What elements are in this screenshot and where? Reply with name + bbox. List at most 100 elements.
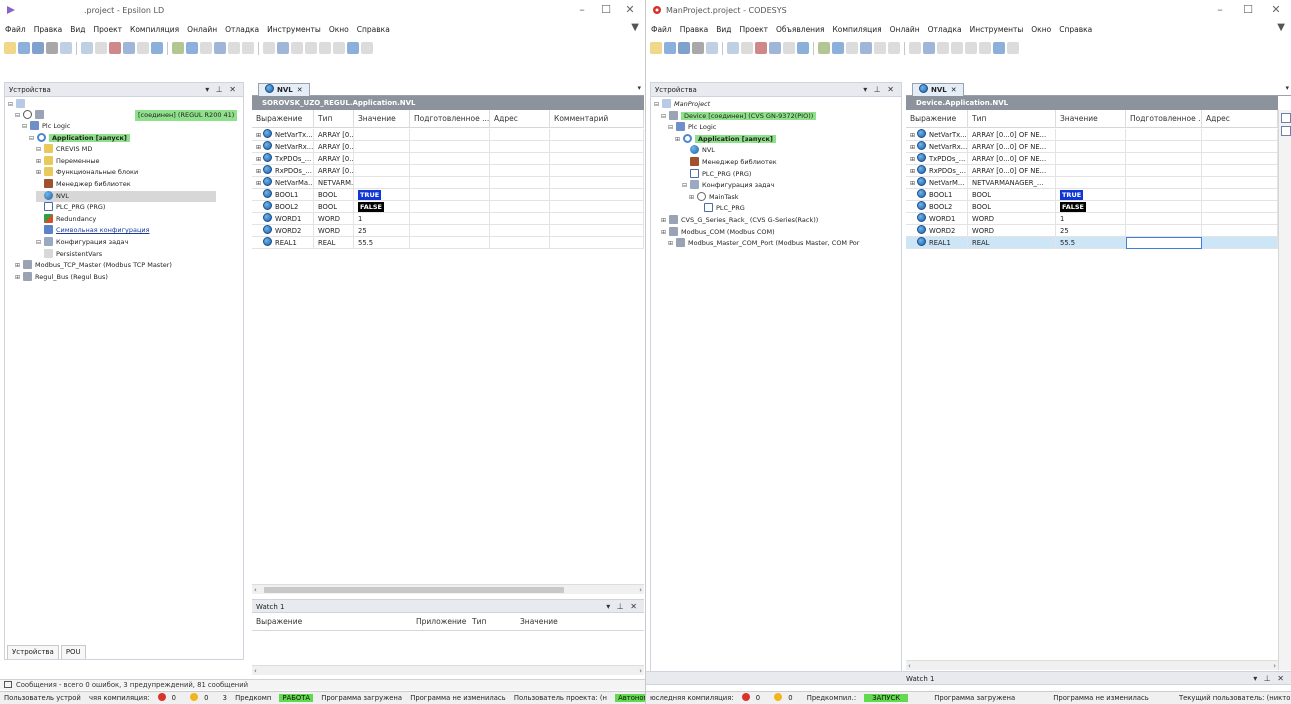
toolbar-button-icon[interactable] (151, 42, 163, 54)
toolbar-button-icon[interactable] (333, 42, 345, 54)
tree-node[interactable]: PLC_PRG (696, 203, 745, 214)
tree-node[interactable]: Redundancy (36, 213, 96, 225)
tree-node[interactable]: ⊟ Plc Logic (668, 122, 716, 133)
menu-item-6[interactable]: Онлайн (890, 25, 920, 34)
row-expand-icon[interactable]: ⊞ (910, 142, 917, 153)
toolbar-button-icon[interactable] (200, 42, 212, 54)
column-header[interactable]: Адрес (490, 110, 550, 128)
row-expand-icon[interactable]: ⊞ (910, 178, 917, 189)
tree-node[interactable]: ⊟ Application [запуск] (29, 132, 130, 144)
cell-extra[interactable] (1202, 177, 1278, 189)
toolbar-button-icon[interactable] (172, 42, 184, 54)
cell-extra[interactable] (550, 237, 644, 249)
toolbar-button-icon[interactable] (846, 42, 858, 54)
watch-column-header[interactable]: Тип (468, 613, 516, 631)
menu-item-2[interactable]: Вид (716, 25, 731, 34)
tree-expand-icon[interactable]: ⊞ (689, 192, 697, 203)
toolbar-button-icon[interactable] (361, 42, 373, 54)
column-header[interactable]: Подготовленное ... (1126, 110, 1202, 128)
cell-extra[interactable] (550, 189, 644, 201)
watch-controls[interactable]: ▾ ⊥ ✕ (1253, 672, 1286, 686)
cell-extra[interactable] (550, 225, 644, 237)
toolbar-button-icon[interactable] (769, 42, 781, 54)
table-view-icon[interactable] (1281, 126, 1291, 136)
toolbar-button-icon[interactable] (228, 42, 240, 54)
table-row[interactable]: BOOL1 BOOL TRUE (906, 189, 1278, 201)
column-header[interactable]: Подготовленное ... (410, 110, 490, 128)
cell-extra[interactable] (490, 129, 550, 141)
tree-node[interactable]: ⊟ Plc Logic (22, 121, 70, 132)
cell-extra[interactable] (490, 141, 550, 153)
table-row[interactable]: ⊞ NetVarTx... ARRAY [0.... (252, 129, 644, 141)
menu-item-9[interactable]: Справка (357, 25, 390, 34)
cell-extra[interactable] (1202, 153, 1278, 165)
menu-item-4[interactable]: Объявления (776, 25, 824, 34)
menu-item-5[interactable]: Онлайн (187, 25, 217, 34)
cell-prepared-value[interactable] (1126, 141, 1202, 153)
cell-prepared-value[interactable] (410, 237, 490, 249)
cell-extra[interactable] (1202, 129, 1278, 141)
menu-item-10[interactable]: Справка (1059, 25, 1092, 34)
tree-expand-icon[interactable]: ⊟ (668, 122, 676, 133)
watch-controls[interactable]: ▾ ⊥ ✕ (606, 600, 639, 614)
table-row[interactable]: ⊞ TxPDOs_... ARRAY [0...0] OF NE... (906, 153, 1278, 165)
cell-extra[interactable] (1202, 165, 1278, 177)
tree-expand-icon[interactable]: ⊟ (36, 237, 44, 248)
tree-node[interactable]: NVL (682, 145, 715, 156)
toolbar-button-icon[interactable] (277, 42, 289, 54)
toolbar-button-icon[interactable] (909, 42, 921, 54)
toolbar-button-icon[interactable] (874, 42, 886, 54)
row-expand-icon[interactable]: ⊞ (910, 154, 917, 165)
close-button[interactable]: ✕ (619, 3, 641, 16)
tab-devices[interactable]: Устройства (7, 645, 59, 659)
close-tab-icon[interactable]: ✕ (297, 86, 303, 94)
tree-node[interactable]: ⊟ Device [соединен] (CVS GN-9372(PIO)) (661, 110, 817, 122)
toolbar-button-icon[interactable] (1007, 42, 1019, 54)
cell-prepared-value[interactable] (1126, 189, 1202, 201)
table-row[interactable]: ⊞ NetVarTx... ARRAY [0...0] OF NE... (906, 129, 1278, 141)
tree-node[interactable]: ⊟ Конфигурация задач (682, 180, 774, 191)
toolbar-button-icon[interactable] (923, 42, 935, 54)
cell-prepared-value[interactable] (1126, 201, 1202, 213)
cell-prepared-value[interactable] (410, 165, 490, 177)
toolbar-button-icon[interactable] (965, 42, 977, 54)
cell-extra[interactable] (1202, 237, 1278, 249)
toolbar-button-icon[interactable] (706, 42, 718, 54)
column-header[interactable]: Выражение (252, 110, 314, 128)
close-button[interactable]: ✕ (1265, 3, 1287, 16)
menu-item-8[interactable]: Окно (329, 25, 349, 34)
cell-prepared-value[interactable] (1126, 225, 1202, 237)
toolbar-button-icon[interactable] (755, 42, 767, 54)
tab-nvl[interactable]: NVL ✕ (912, 83, 964, 96)
menu-item-7[interactable]: Отладка (928, 25, 962, 34)
tree-node[interactable]: ⊟ Конфигурация задач (36, 237, 128, 248)
table-row[interactable]: WORD1 WORD 1 (906, 213, 1278, 225)
menu-item-2[interactable]: Вид (70, 25, 85, 34)
cell-prepared-value[interactable] (410, 213, 490, 225)
tree-node[interactable]: ⊞ Функциональные блоки (36, 167, 138, 178)
tree-expand-icon[interactable]: ⊟ (661, 111, 669, 122)
toolbar-button-icon[interactable] (818, 42, 830, 54)
tab-dropdown-icon[interactable]: ▾ (637, 84, 641, 92)
toolbar-button-icon[interactable] (263, 42, 275, 54)
tree-node[interactable]: ⊞ MainTask (689, 191, 739, 203)
column-header[interactable]: Значение (354, 110, 410, 128)
tree-node[interactable]: ⊟ ManProject (654, 99, 710, 110)
toolbar-button-icon[interactable] (832, 42, 844, 54)
cell-prepared-value[interactable] (1126, 165, 1202, 177)
tree-expand-icon[interactable]: ⊞ (15, 272, 23, 283)
toolbar-button-icon[interactable] (860, 42, 872, 54)
menu-item-9[interactable]: Окно (1031, 25, 1051, 34)
table-row[interactable]: ⊞ NetVarM... NETVARMANAGER_... (906, 177, 1278, 189)
tree-expand-icon[interactable]: ⊞ (36, 167, 44, 178)
toolbar-button-icon[interactable] (242, 42, 254, 54)
tree-expand-icon[interactable]: ⊞ (661, 215, 669, 226)
toolbar-button-icon[interactable] (305, 42, 317, 54)
row-expand-icon[interactable]: ⊞ (256, 178, 263, 189)
cell-extra[interactable] (490, 153, 550, 165)
cell-extra[interactable] (490, 177, 550, 189)
cell-extra[interactable] (490, 213, 550, 225)
toolbar-button-icon[interactable] (783, 42, 795, 54)
tree-expand-icon[interactable]: ⊞ (661, 227, 669, 238)
cell-extra[interactable] (550, 141, 644, 153)
